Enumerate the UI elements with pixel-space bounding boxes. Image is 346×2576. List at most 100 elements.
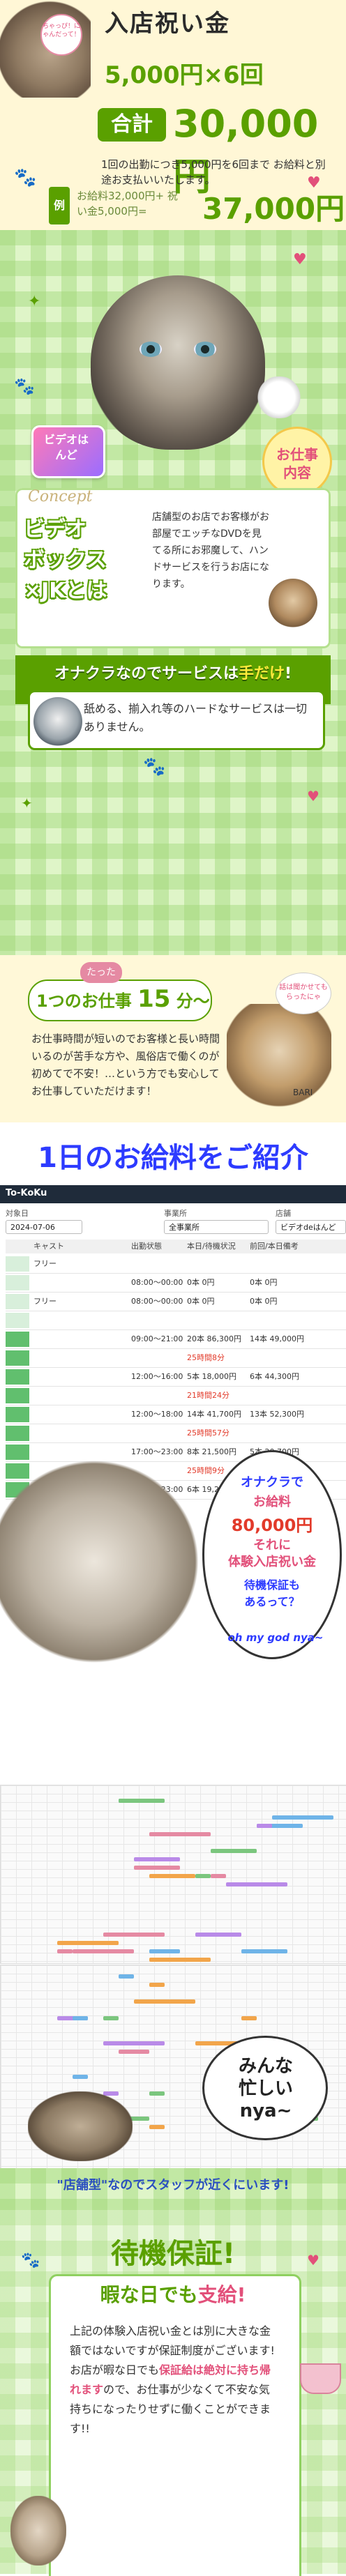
schedule-bar [211, 1849, 257, 1853]
heart-icon: ♥ [307, 174, 321, 192]
cast-avatar-blur [6, 1332, 29, 1347]
table-row[interactable]: フリー 08:00〜00:00 0本 0円 0本 0円 [6, 1293, 346, 1311]
cat-caption: BARI [293, 1088, 313, 1097]
guarantee-sub-b: 支給! [197, 2283, 246, 2306]
hands-only-title-c: 手だけ [238, 665, 285, 683]
paw-icon: 🐾 [21, 2252, 40, 2269]
table-cell-today: 14本 41,700円 [187, 1410, 241, 1419]
heart-icon: ♥ [307, 2252, 319, 2269]
schedule-bar [149, 1832, 211, 1836]
teacup-icon [300, 2363, 341, 2394]
table-cell-today: 0本 0円 [187, 1278, 215, 1287]
table-row[interactable]: 21時間24分 [6, 1387, 346, 1405]
table-cell-today: 25時間57分 [187, 1428, 230, 1438]
schedule-bar [149, 1874, 195, 1878]
bonus-description: 1回の出勤につき5,000円を6回まで お給料と別途お支払いいたします。 [101, 158, 326, 186]
table-row[interactable]: 09:00〜21:00 20本 86,300円 14本 49,000円 [6, 1330, 346, 1349]
table-cell-prev: 0本 0円 [250, 1278, 278, 1287]
cat-photo-main [91, 275, 265, 450]
schedule-bar [211, 1874, 226, 1878]
work-badge-line2: 内容 [283, 464, 311, 481]
salary-title: 1日のお給料をご紹介 [38, 1142, 308, 1174]
schedule-bar [119, 1974, 134, 1979]
schedule-bar [73, 2075, 88, 2079]
table-cell-prev: 6本 44,300円 [250, 1372, 299, 1381]
table-cell-prev: 14本 49,000円 [250, 1334, 304, 1343]
schedule-bar [257, 1824, 272, 1828]
sparkle-icon: ✦ [28, 293, 41, 310]
schedule-bar [103, 2016, 119, 2020]
schedule-bar [73, 1949, 134, 1953]
work-badge-line1: お仕事 [276, 446, 318, 463]
schedule-bar [149, 1949, 180, 1953]
filter-office-select[interactable]: 全事業所 [164, 1220, 269, 1234]
bubble-line2: お給料 [253, 1495, 291, 1509]
schedule-bar [195, 1874, 211, 1878]
fifteen-suffix: 分〜 [176, 991, 210, 1011]
paw-icon: 🐾 [14, 376, 35, 396]
table-row[interactable]: フリー [6, 1255, 346, 1274]
cat-photo-shocked [0, 1450, 209, 1673]
bubble-line1: オナクラで [241, 1475, 303, 1490]
col-header-prev[interactable]: 前回/本日備考 [250, 1240, 346, 1253]
filter-office-label: 事業所 [164, 1209, 187, 1218]
table-cell-today: 0本 0円 [187, 1297, 215, 1306]
hands-only-title-a: オナクラなので [54, 665, 162, 683]
heart-icon: ♥ [293, 251, 307, 268]
table-cell-today: 21時間24分 [187, 1391, 230, 1400]
table-row[interactable]: 12:00〜18:00 14本 41,700円 13本 52,300円 [6, 1405, 346, 1424]
bubble-line4: それに [253, 1538, 291, 1553]
concept-heading-line1: ビデオ [24, 517, 86, 542]
cast-avatar-blur [6, 1275, 29, 1290]
schedule-bar [195, 1933, 241, 1937]
sparkle-icon: ✦ [21, 795, 33, 811]
table-row[interactable]: 08:00〜00:00 0本 0円 0本 0円 [6, 1274, 346, 1293]
schedule-bar [149, 1983, 165, 1987]
table-row[interactable]: 25時間57分 [6, 1424, 346, 1443]
table-row[interactable]: 12:00〜16:00 5本 18,000円 6本 44,300円 [6, 1368, 346, 1387]
cat-eye-right [194, 342, 216, 357]
cast-avatar-blur [6, 1294, 29, 1309]
schedule-bar [57, 1949, 73, 1953]
schedule-bar [241, 2016, 257, 2020]
cat-eye-left [140, 342, 162, 357]
schedule-bar [149, 2091, 165, 2096]
schedule-bar [149, 1958, 211, 1962]
table-cell-status: 12:00〜18:00 [131, 1410, 183, 1419]
col-header-cast[interactable]: キャスト [6, 1240, 131, 1253]
table-cell-cast: フリー [33, 1259, 57, 1268]
schedule-bar [103, 1933, 165, 1937]
guarantee-title: 待機保証! [110, 2238, 236, 2270]
table-row[interactable]: 25時間8分 [6, 1349, 346, 1368]
filter-date-label: 対象日 [6, 1209, 29, 1218]
col-header-status[interactable]: 出勤状態 [131, 1240, 187, 1253]
concept-heading: ビデオ ボックス ×JKとは [24, 515, 139, 607]
table-cell-status: 12:00〜16:00 [131, 1372, 183, 1381]
concept-description: 店舗型のお店でお客様がお部屋でエッチなDVDを見てる所にお邪魔して、ハンドサービ… [152, 512, 269, 590]
busy-line2: 忙しい [238, 2078, 293, 2099]
bubble-line5: 体験入店祝い金 [228, 1555, 316, 1569]
cat-photo-guarantee [10, 2496, 66, 2566]
table-cell-today: 5本 18,000円 [187, 1372, 236, 1381]
filter-date-field[interactable]: 2024-07-06 [6, 1220, 82, 1234]
cast-avatar-blur [6, 1313, 29, 1328]
fifteen-prefix: 1つのお仕事 [36, 991, 132, 1011]
bubble-line8: oh my god nya~ [227, 1631, 324, 1644]
filter-store-select[interactable]: ビデオdeはんど [276, 1220, 346, 1234]
schedule-bar [73, 2016, 88, 2020]
col-header-today[interactable]: 本日/待機状況 [187, 1240, 250, 1253]
schedule-bar [241, 1949, 287, 1953]
schedule-bar [149, 2125, 165, 2129]
cast-avatar-blur [6, 1350, 29, 1366]
table-cell-today: 25時間8分 [187, 1353, 225, 1362]
example-text: お給料32,000円+ 祝い金5,000円= [77, 190, 178, 218]
fifteen-min-text: 1つのお仕事 15 分〜 [36, 985, 210, 1013]
cat-photo-kiss [33, 697, 82, 746]
staff-text: "店舗型"なのでスタッフが近くにいます! [57, 2178, 289, 2193]
schedule-bar [134, 1857, 180, 1861]
fifteen-number: 15 [137, 985, 171, 1013]
concept-label: Concept [28, 488, 93, 505]
cast-avatar-blur [6, 1256, 29, 1272]
schedule-bar [134, 1999, 195, 2004]
table-row[interactable] [6, 1311, 346, 1330]
